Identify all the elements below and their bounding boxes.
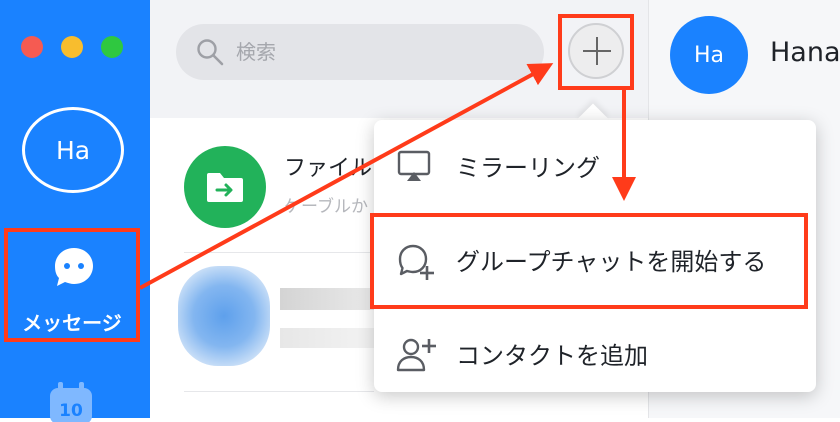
- arrow-to-plus: [139, 63, 554, 290]
- annotation-arrows: [139, 63, 636, 290]
